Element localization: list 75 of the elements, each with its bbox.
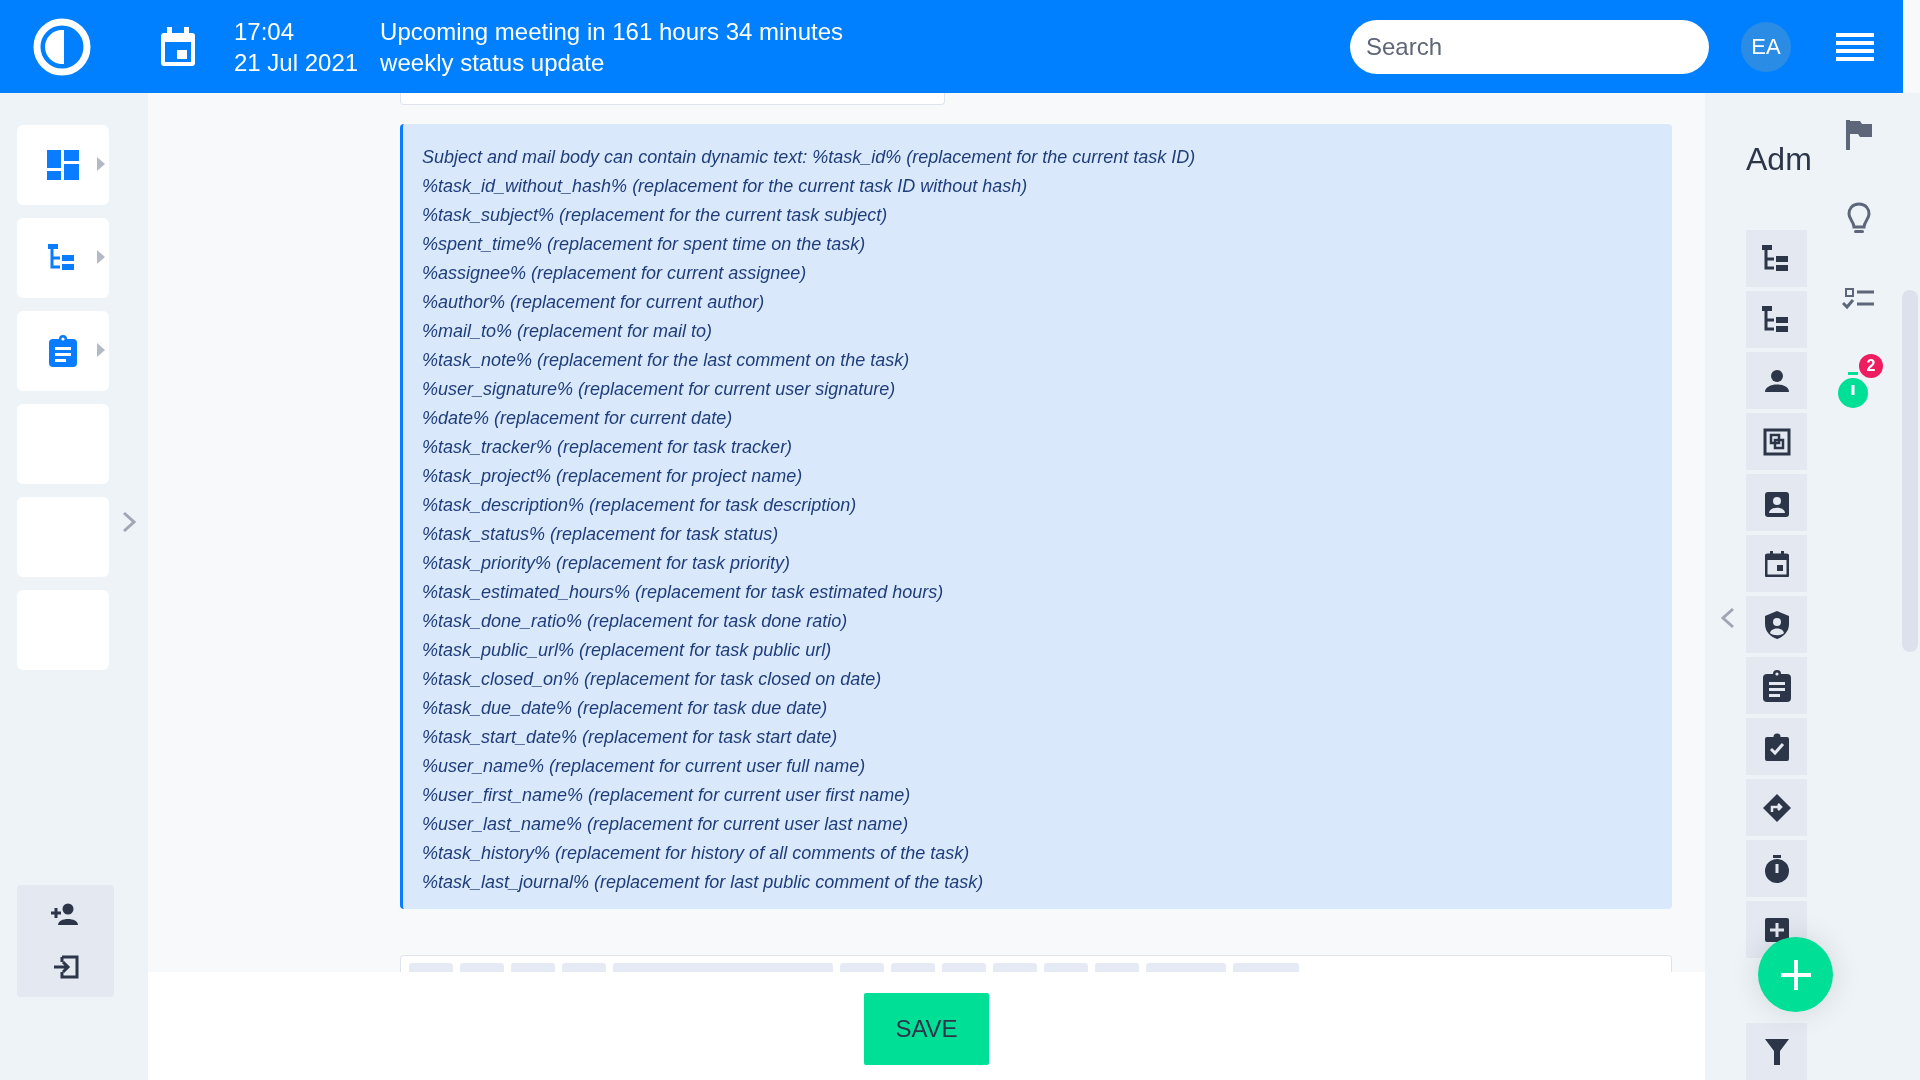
meeting-time: 17:04 [234,16,296,47]
meeting-countdown[interactable]: Upcoming meeting in 161 hours 34 minutes [380,15,844,47]
help-text-line: %user_first_name% (replacement for current user first name) [422,784,911,807]
help-text-line: %user_name% (replacement for current user full name) [422,755,866,778]
help-text-line: %user_last_name% (replacement for current user last name) [422,813,909,836]
logo-icon[interactable] [32,16,92,77]
submenu-arrow-icon [97,343,105,357]
tool-button[interactable] [1746,596,1807,653]
clipboard-icon [1762,669,1791,702]
frame-icon [1761,426,1792,457]
help-text-line: %task_id_without_hash% (replacement for the current task ID without hash) [422,175,1028,198]
tool-button[interactable] [1746,230,1807,287]
stopwatch-icon [1763,854,1790,883]
tool-button[interactable] [1746,718,1807,775]
calendar-icon[interactable] [159,25,197,68]
add-square-icon [1764,917,1789,942]
help-text-line: Subject and mail body can contain dynamic text: %task_id% (replacement for the current task ID) [422,146,1196,169]
plus-icon [1780,959,1811,990]
help-text-line: %task_description% (replacement for task description) [422,494,857,517]
tool-button[interactable] [1746,291,1807,348]
lightbulb-icon[interactable] [1847,202,1871,236]
help-text-line: %task_due_date% (replacement for task due date) [422,697,828,720]
help-text-line: %task_note% (replacement for the last comment on the task) [422,349,910,372]
help-text-line: %task_priority% (replacement for task priority) [422,552,791,575]
help-text-line: %task_status% (replacement for task status) [422,523,779,546]
meeting-date: 21 Jul 2021 [234,47,359,78]
help-text-line: %task_estimated_hours% (replacement for task estimated hours) [422,581,944,604]
tool-button[interactable] [1746,535,1807,592]
meeting-title[interactable]: weekly status update [380,46,844,78]
checklist-icon[interactable] [1842,288,1876,312]
person-icon [1764,369,1789,392]
help-text-line: %task_public_url% (replacement for task public url) [422,639,832,662]
calendar-icon [1764,550,1789,577]
clipboard-check-icon [1764,732,1789,761]
help-text-line: %task_subject% (replacement for the current task subject) [422,204,888,227]
help-text-line: %task_done_ratio% (replacement for task done ratio) [422,610,848,633]
shield-user-icon [1764,610,1789,639]
help-text-line: %task_tracker% (replacement for task tracker) [422,436,793,459]
help-text-line: %task_history% (replacement for history of all comments of the task) [422,842,970,865]
tool-button[interactable] [1746,352,1807,409]
help-text-line: %spent_time% (replacement for spent time on the task) [422,233,866,256]
help-text-line: %task_start_date% (replacement for task start date) [422,726,838,749]
tool-button[interactable] [1746,413,1807,470]
logout-icon[interactable] [52,955,79,979]
sidebar-item[interactable] [17,125,109,205]
clipboard-icon [49,335,77,367]
tool-button[interactable] [1746,840,1807,897]
panel-heading: Adm [1746,140,1812,179]
tool-button[interactable] [1746,1023,1807,1080]
help-text-line: %user_signature% (replacement for current user signature) [422,378,896,401]
user-avatar[interactable]: EA [1741,21,1791,72]
flag-icon[interactable] [1846,120,1872,150]
tool-button[interactable] [1746,657,1807,714]
help-text-line: %task_closed_on% (replacement for task closed on date) [422,668,882,691]
help-text-line: %task_project% (replacement for project name) [422,465,803,488]
help-text-line: %author% (replacement for current author) [422,291,765,314]
save-button[interactable]: SAVE [864,993,989,1065]
dashboard-icon [47,150,79,180]
help-text-line: %task_last_journal% (replacement for last public comment of the task) [422,871,984,894]
help-text-line: %mail_to% (replacement for mail to) [422,320,713,343]
sidebar-item[interactable] [17,218,109,298]
search-field[interactable]: Search [1350,19,1709,74]
submenu-arrow-icon [97,250,105,264]
menu-icon[interactable] [1836,32,1874,61]
sidebar-item[interactable] [17,311,109,391]
timer-icon[interactable] [1837,372,1869,408]
tool-button[interactable] [1746,779,1807,836]
help-text-line: %assignee% (replacement for current assignee) [422,262,807,285]
filter-icon [1764,1038,1789,1065]
notification-badge: 2 [1859,354,1883,378]
direction-sign-icon [1762,793,1791,822]
submenu-arrow-icon [97,157,105,171]
tool-button[interactable] [1746,474,1807,531]
help-text-line: %date% (replacement for current date) [422,407,733,430]
add-user-icon[interactable] [50,903,81,925]
